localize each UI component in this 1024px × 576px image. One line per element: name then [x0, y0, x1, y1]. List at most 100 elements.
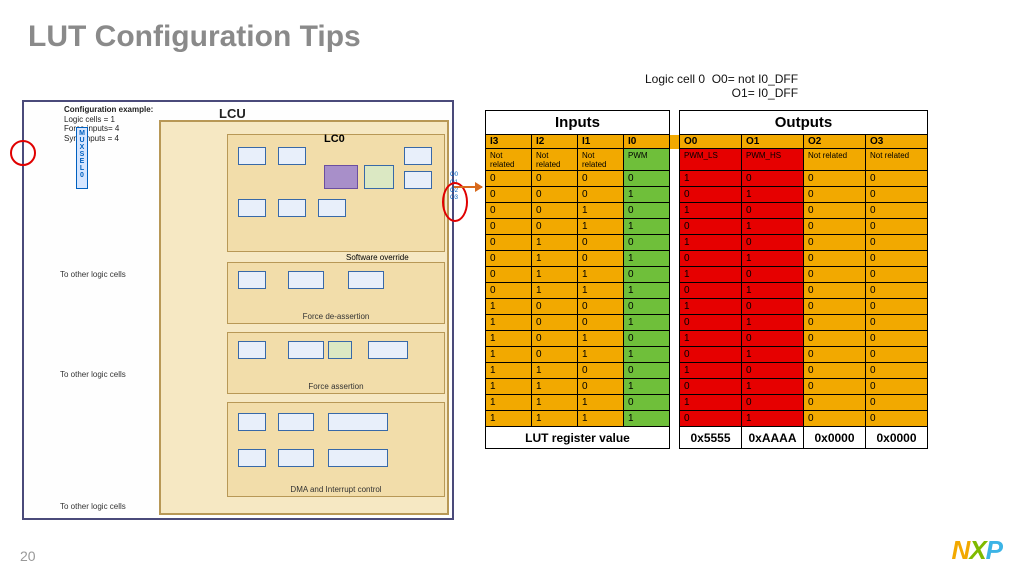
table-cell: 0 — [804, 171, 866, 187]
muxsel-block: MUXSEL0 — [76, 127, 88, 189]
table-cell: 0 — [804, 187, 866, 203]
table-cell: 1 — [486, 347, 532, 363]
lut-block-icon — [324, 165, 358, 189]
to-other-cells-label: To other logic cells — [60, 370, 126, 379]
table-cell: 0 — [804, 347, 866, 363]
block-icon — [288, 341, 324, 359]
block-icon — [278, 147, 306, 165]
nxp-logo: NXP — [952, 535, 1002, 566]
table-cell: 0 — [578, 171, 624, 187]
table-cell: 0 — [866, 219, 928, 235]
table-cell: 1 — [486, 299, 532, 315]
table-cell: 1 — [680, 235, 742, 251]
table-cell: 1 — [624, 379, 670, 395]
table-cell: 0 — [624, 203, 670, 219]
col-o2: O2 — [804, 135, 866, 149]
table-cell: 1 — [532, 251, 578, 267]
table-cell: 0 — [866, 251, 928, 267]
table-cell: 0 — [804, 411, 866, 427]
block-icon — [328, 413, 388, 431]
table-cell: 0 — [866, 347, 928, 363]
table-cell: 0 — [804, 267, 866, 283]
table-cell: 1 — [680, 331, 742, 347]
col-o3: O3 — [866, 135, 928, 149]
table-cell: 0 — [486, 235, 532, 251]
table-cell: 0 — [680, 283, 742, 299]
inputs-header: Inputs — [486, 111, 670, 135]
table-cell: 1 — [532, 379, 578, 395]
table-cell: 1 — [486, 315, 532, 331]
table-cell: 0 — [578, 251, 624, 267]
lut-val-o1: 0xAAAA — [742, 427, 804, 449]
lut-val-o0: 0x5555 — [680, 427, 742, 449]
slide-title: LUT Configuration Tips — [28, 20, 361, 54]
dma-interrupt-box: DMA and Interrupt control — [227, 402, 445, 497]
table-cell: 0 — [866, 379, 928, 395]
sub-o3: Not related — [866, 149, 928, 171]
gap — [670, 135, 680, 149]
sub-i2: Not related — [532, 149, 578, 171]
table-cell: 1 — [742, 411, 804, 427]
sub-o0: PWM_LS — [680, 149, 742, 171]
table-cell: 0 — [742, 395, 804, 411]
table-cell: 0 — [578, 379, 624, 395]
lcu-diagram: Configuration example: Logic cells = 1 F… — [22, 100, 454, 520]
table-cell: 0 — [532, 347, 578, 363]
table-cell: 1 — [486, 411, 532, 427]
block-icon — [238, 341, 266, 359]
table-cell: 1 — [742, 379, 804, 395]
gap — [670, 171, 680, 187]
table-cell: 0 — [624, 171, 670, 187]
table-cell: 0 — [680, 315, 742, 331]
table-cell: 0 — [486, 283, 532, 299]
block-icon — [368, 341, 408, 359]
table-cell: 0 — [742, 235, 804, 251]
table-cell: 0 — [804, 235, 866, 251]
gap — [670, 251, 680, 267]
table-cell: 0 — [486, 267, 532, 283]
table-cell: 0 — [742, 299, 804, 315]
table-cell: 1 — [680, 171, 742, 187]
sub-i1: Not related — [578, 149, 624, 171]
gap — [670, 331, 680, 347]
block-icon — [348, 271, 384, 289]
lc0-label: LC0 — [324, 133, 345, 145]
table-cell: 0 — [804, 363, 866, 379]
table-cell: 1 — [532, 395, 578, 411]
table-cell: 1 — [578, 219, 624, 235]
table-cell: 0 — [866, 283, 928, 299]
table-cell: 1 — [578, 283, 624, 299]
table-cell: 0 — [742, 267, 804, 283]
gap — [670, 315, 680, 331]
table-cell: 0 — [866, 331, 928, 347]
table-cell: 0 — [804, 203, 866, 219]
table-cell: 1 — [578, 267, 624, 283]
table-cell: 0 — [742, 203, 804, 219]
gap — [670, 363, 680, 379]
col-i1: I1 — [578, 135, 624, 149]
dma-label: DMA and Interrupt control — [228, 485, 444, 494]
gap — [670, 283, 680, 299]
table-cell: 0 — [624, 267, 670, 283]
force-deassert-box: Force de-assertion — [227, 262, 445, 324]
table-cell: 1 — [532, 235, 578, 251]
highlight-ellipse-icon — [442, 182, 468, 222]
table-cell: 0 — [624, 363, 670, 379]
block-icon — [238, 413, 266, 431]
table-cell: 1 — [680, 267, 742, 283]
table-cell: 0 — [486, 203, 532, 219]
table-cell: 1 — [578, 411, 624, 427]
table-cell: 1 — [578, 331, 624, 347]
table-cell: 0 — [624, 331, 670, 347]
gap — [670, 299, 680, 315]
gap — [670, 219, 680, 235]
table-cell: 0 — [532, 299, 578, 315]
table-cell: 0 — [486, 187, 532, 203]
block-icon — [278, 413, 314, 431]
table-cell: 1 — [624, 283, 670, 299]
table-cell: 1 — [742, 283, 804, 299]
table-cell: 0 — [624, 235, 670, 251]
truth-table: Inputs Outputs I3 I2 I1 I0 O0 O1 O2 O3 N… — [485, 110, 928, 449]
block-icon — [318, 199, 346, 217]
config-example-title: Configuration example: — [64, 105, 153, 114]
